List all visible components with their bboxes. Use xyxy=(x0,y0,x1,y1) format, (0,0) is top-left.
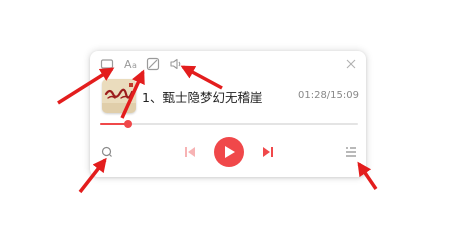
mini-mode-icon[interactable] xyxy=(100,58,114,70)
playback-time: 01:28/15:09 xyxy=(297,90,359,101)
album-art[interactable] xyxy=(102,79,136,113)
previous-icon[interactable] xyxy=(184,146,196,158)
volume-icon[interactable] xyxy=(169,58,183,70)
playlist-icon[interactable] xyxy=(345,146,357,158)
song-title: 1、甄士隐梦幻无稽崖 xyxy=(142,90,263,105)
mini-player: A a 1、甄士隐梦幻无稽崖 01:28/15:09 xyxy=(90,51,366,177)
progress-knob[interactable] xyxy=(124,120,133,128)
font-size-icon[interactable]: A a xyxy=(123,57,141,71)
play-icon xyxy=(224,145,236,159)
progress-bar[interactable] xyxy=(100,120,358,128)
svg-text:A: A xyxy=(124,58,132,71)
no-image-icon[interactable] xyxy=(146,57,160,71)
play-button[interactable] xyxy=(214,137,244,167)
next-icon[interactable] xyxy=(262,146,274,158)
close-icon[interactable] xyxy=(345,58,357,70)
screenshot-stage: A a 1、甄士隐梦幻无稽崖 01:28/15:09 xyxy=(0,0,452,241)
search-icon[interactable] xyxy=(101,146,113,158)
svg-text:a: a xyxy=(132,61,137,70)
